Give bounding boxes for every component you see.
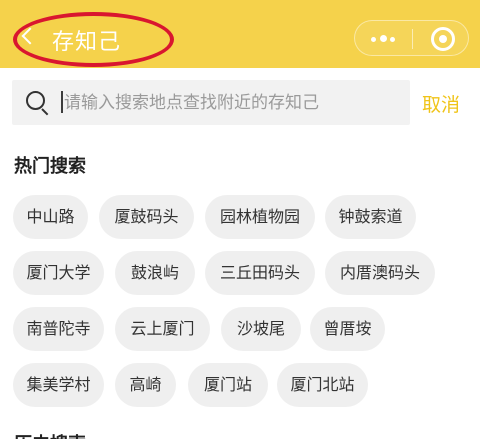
hot-search-tag[interactable]: 三丘田码头 [205, 251, 315, 295]
search-box [12, 80, 410, 125]
hot-search-tag[interactable]: 南普陀寺 [13, 307, 104, 351]
more-dots-icon[interactable] [371, 33, 397, 45]
hot-search-title: 热门搜索 [14, 156, 86, 177]
hot-search-tag[interactable]: 鼓浪屿 [115, 251, 195, 295]
hot-search-tag[interactable]: 园林植物园 [205, 195, 315, 239]
search-input[interactable] [64, 80, 404, 125]
hot-search-tag[interactable]: 内厝澳码头 [325, 251, 435, 295]
hot-search-tag[interactable]: 中山路 [13, 195, 88, 239]
page-title: 存知己 [52, 30, 122, 55]
title-bar: 存知己 [0, 0, 480, 68]
search-icon [26, 91, 45, 110]
hot-search-tag[interactable]: 集美学村 [13, 363, 104, 407]
hot-search-tag[interactable]: 沙坡尾 [221, 307, 301, 351]
hot-search-tag[interactable]: 厦鼓码头 [99, 195, 194, 239]
hot-search-tag[interactable]: 高崎 [115, 363, 176, 407]
target-circle-icon[interactable] [431, 27, 455, 51]
hot-search-tag[interactable]: 厦门大学 [13, 251, 104, 295]
hot-search-tag[interactable]: 钟鼓索道 [325, 195, 416, 239]
history-search-title: 历史搜索 [14, 430, 86, 439]
cancel-button[interactable]: 取消 [422, 90, 460, 117]
capsule-divider [412, 29, 413, 49]
mini-program-capsule [354, 20, 469, 56]
text-cursor [61, 91, 63, 113]
hot-search-tag[interactable]: 厦门北站 [277, 363, 368, 407]
hot-search-tag[interactable]: 曾厝垵 [310, 307, 385, 351]
hot-search-tag[interactable]: 云上厦门 [115, 307, 210, 351]
hot-search-tag[interactable]: 厦门站 [188, 363, 268, 407]
